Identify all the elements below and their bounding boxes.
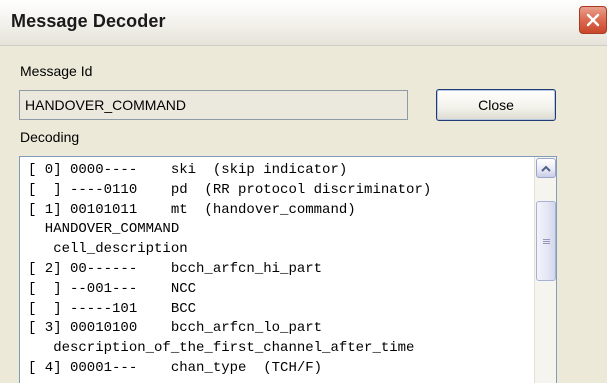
scroll-thumb[interactable] (536, 201, 556, 281)
decoding-line: [ 2] 00------ bcch_arfcn_hi_part (28, 260, 323, 277)
message-decoder-window: Message Decoder Message Id Close Decodin… (0, 0, 607, 383)
decoding-line: description_of_the_first_channel_after_t… (28, 340, 415, 357)
decoding-label: Decoding (20, 129, 80, 145)
decoding-line: [ ] --001--- NCC (28, 280, 197, 297)
window-close-button[interactable] (579, 6, 607, 34)
message-id-field[interactable] (19, 90, 408, 120)
grip-icon (543, 239, 550, 245)
decoding-text-area[interactable]: [ 0] 0000---- ski (skip indicator) [ ] --… (19, 156, 557, 383)
decoding-line: [ ] -----101 BCC (28, 300, 197, 317)
vertical-scrollbar[interactable] (534, 157, 556, 383)
decoding-line: [ 3] 00010100 bcch_arfcn_lo_part (28, 320, 323, 337)
scroll-up-arrow-icon (541, 165, 551, 172)
decoding-line: [ ] ----0110 pd (RR protocol discriminat… (28, 181, 432, 198)
title-bar[interactable]: Message Decoder (0, 0, 607, 46)
close-button[interactable]: Close (436, 89, 556, 121)
decoding-line: [ 0] 0000---- ski (skip indicator) (28, 162, 348, 178)
decoding-lines: [ 0] 0000---- ski (skip indicator) [ ] --… (28, 161, 431, 379)
close-x-icon (586, 13, 600, 27)
decoding-line: [ 4] 00001--- chan_type (TCH/F) (28, 359, 323, 376)
decoding-line: [ 1] 00101011 mt (handover_command) (28, 201, 356, 218)
decoding-line: cell_description (28, 241, 188, 258)
scroll-up-button[interactable] (536, 158, 556, 178)
decoding-line: HANDOVER_COMMAND (28, 221, 180, 238)
window-title: Message Decoder (11, 11, 166, 31)
message-id-label: Message Id (20, 63, 93, 79)
